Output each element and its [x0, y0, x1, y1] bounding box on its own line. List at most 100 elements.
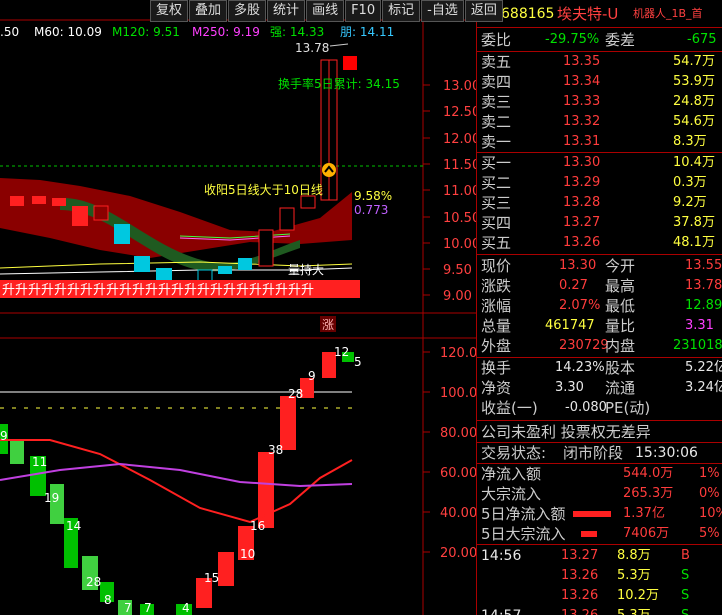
toolbar-button-4[interactable]: 画线 — [306, 0, 345, 22]
quote-value: 3.31 — [685, 318, 714, 333]
buy-row[interactable]: 买四 13.27 37.8万 — [477, 213, 722, 233]
tick-price: 13.27 — [561, 548, 599, 563]
toolbar-button-0[interactable]: 复权 — [150, 0, 189, 22]
quote-label: 量比 — [605, 317, 636, 335]
quote-row: 现价 13.30 今开 13.55 — [477, 256, 722, 276]
buy-volume: 9.2万 — [673, 195, 707, 210]
volume-bar-label: 28 — [288, 387, 303, 401]
fundamental-label: 换手 — [481, 359, 512, 377]
volume-axis-label: 20.00 — [440, 546, 476, 561]
toolbar-button-3[interactable]: 统计 — [267, 0, 306, 22]
volume-bar-label: 10 — [240, 547, 255, 561]
notice-text: 公司未盈利 投票权无差异 — [481, 423, 651, 441]
sell-label: 卖三 — [481, 93, 512, 111]
flow-row: 净流入额 544.0万 1% — [477, 464, 722, 484]
quote-row: 涨跌 0.27 最高 13.78 — [477, 276, 722, 296]
sell-volume: 53.9万 — [673, 74, 715, 89]
trade-status-time: 15:30:06 — [635, 445, 698, 461]
quote-value: 13.30 — [559, 258, 597, 273]
toolbar-button-2[interactable]: 多股 — [228, 0, 267, 22]
trade-status-value: 闭市阶段 — [563, 444, 624, 462]
stock-sector[interactable]: 机器人_1B_首 — [633, 2, 703, 26]
zhang-label: 涨 — [322, 317, 334, 332]
flow-pct: 0% — [699, 486, 720, 501]
volume-bar-label: 19 — [44, 491, 59, 505]
price-axis-label: 9.00 — [443, 289, 472, 304]
quote-value: 461747 — [545, 318, 595, 333]
toolbar-button-7[interactable]: -自选 — [421, 0, 464, 22]
tick-side: S — [681, 588, 690, 603]
toolbar-button-8[interactable]: 返回 — [464, 0, 503, 22]
toolbar-button-1[interactable]: 叠加 — [189, 0, 228, 22]
sell-row[interactable]: 卖一 13.31 8.3万 — [477, 132, 722, 152]
sell-volume: 24.8万 — [673, 94, 715, 109]
tick-volume: 5.3万 — [617, 568, 651, 583]
sell-row[interactable]: 卖四 13.34 53.9万 — [477, 72, 722, 92]
ma60-label: M60: 10.09 — [34, 25, 102, 39]
price-axis-label: 12.50 — [443, 105, 476, 120]
fundamental-label: 股本 — [605, 359, 636, 377]
quote-value: 2.07% — [559, 298, 601, 313]
pct2-label: 0.773 — [354, 203, 388, 217]
trade-status-label: 交易状态: — [481, 444, 547, 462]
quote-label: 涨幅 — [481, 297, 512, 315]
ma5-label: .50 — [0, 25, 19, 39]
quote-value: 13.55 — [685, 258, 722, 273]
sell-row[interactable]: 卖二 13.32 54.6万 — [477, 112, 722, 132]
weicha-value: -675 — [687, 32, 717, 47]
sell-volume: 54.7万 — [673, 54, 715, 69]
tick-price: 13.26 — [561, 588, 599, 603]
quote-value: 231018 — [673, 338, 722, 353]
sell-row[interactable]: 卖三 13.33 24.8万 — [477, 92, 722, 112]
sell-volume: 54.6万 — [673, 114, 715, 129]
weicha-label: 委差 — [605, 31, 636, 49]
volume-bar-label: 7 — [124, 601, 132, 615]
volume-bar-label: 9 — [308, 369, 316, 383]
sell-label: 卖五 — [481, 53, 512, 71]
weibi-label: 委比 — [481, 31, 512, 49]
flow-label: 5日净流入额 — [481, 505, 566, 523]
fundamental-label: 收益(一) — [481, 399, 538, 417]
sell-price: 13.31 — [563, 134, 601, 149]
sell-price: 13.35 — [563, 54, 601, 69]
buy-row[interactable]: 买五 13.26 48.1万 — [477, 233, 722, 253]
flow-value: 265.3万 — [623, 486, 674, 501]
volume-bar-label: 9 — [0, 429, 8, 443]
fundamental-value: 3.24亿 — [685, 380, 722, 395]
bang-label: 朋: 14.11 — [340, 25, 394, 39]
buy-price: 13.28 — [563, 195, 601, 210]
buy-row[interactable]: 买二 13.29 0.3万 — [477, 173, 722, 193]
quote-label: 总量 — [481, 317, 512, 335]
buy-price: 13.29 — [563, 175, 601, 190]
tick-side: B — [681, 548, 690, 563]
flow-row: 5日净流入额 1.37亿 10% — [477, 504, 722, 524]
price-axis-label: 9.50 — [443, 263, 472, 278]
buy-volume: 10.4万 — [673, 155, 715, 170]
quote-label: 最低 — [605, 297, 636, 315]
tick-price: 13.26 — [561, 568, 599, 583]
signal-icon — [322, 163, 336, 177]
sell-label: 卖一 — [481, 133, 512, 151]
quote-panel: KR 688165 埃夫特-U 机器人_1B_首 委比 -29.75% 委差 -… — [476, 0, 722, 615]
weibi-value: -29.75% — [545, 32, 600, 47]
fundamental-value: 14.23% — [555, 360, 605, 375]
quote-label: 最高 — [605, 277, 636, 295]
toolbar-button-6[interactable]: 标记 — [382, 0, 421, 22]
sell-price: 13.34 — [563, 74, 601, 89]
sell-price: 13.33 — [563, 94, 601, 109]
ma120-label: M120: 9.51 — [112, 25, 180, 39]
volume-axis-label: 40.00 — [440, 506, 476, 521]
ma250-label: M250: 9.19 — [192, 25, 260, 39]
toolbar-button-5[interactable]: F10 — [345, 0, 382, 22]
flow-pct: 10% — [699, 506, 722, 521]
buy-row[interactable]: 买一 13.30 10.4万 — [477, 153, 722, 173]
price-axis-label: 12.00 — [443, 132, 476, 147]
turnover-label: 换手率5日累计: 34.15 — [278, 76, 400, 91]
sell-row[interactable]: 卖五 13.35 54.7万 — [477, 52, 722, 72]
flow-label: 净流入额 — [481, 465, 542, 483]
quote-row: 外盘 230729 内盘 231018 — [477, 336, 722, 356]
qiang-label: 强: 14.33 — [270, 25, 324, 39]
kline-chart[interactable]: 升升升升升升升升升升升升升升升升升升升升升升升升 13.0012.5012.00… — [0, 0, 476, 615]
tick-side: S — [681, 606, 689, 615]
buy-row[interactable]: 买三 13.28 9.2万 — [477, 193, 722, 213]
